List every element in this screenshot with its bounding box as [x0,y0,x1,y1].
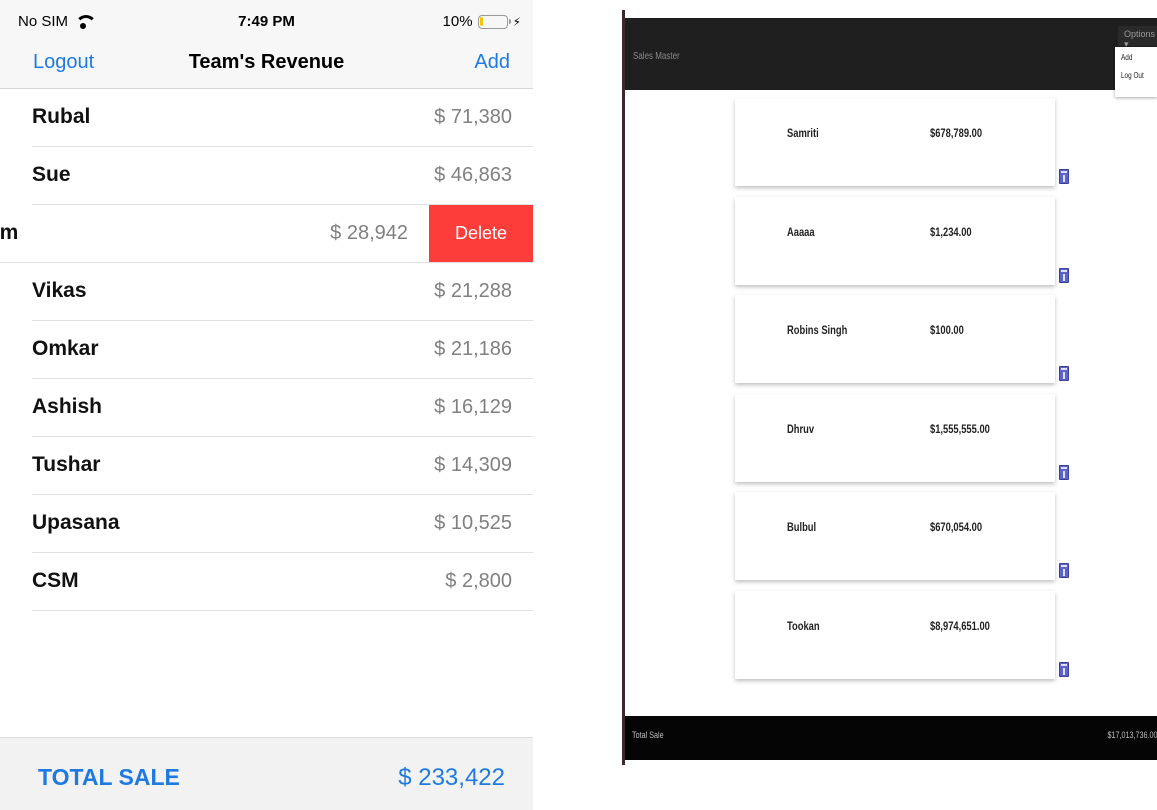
web-app-panel: Sales Master Options ▾ Add Log Out Samri… [622,10,1157,765]
status-bar: No SIM 7:49 PM 10% ⚡ [0,0,533,42]
card-name: Aaaaa [787,224,815,239]
member-name: Tushar [32,453,101,476]
member-amount: $ 21,186 [434,338,512,360]
card-amount: $1,234.00 [930,224,972,239]
sales-card: Aaaaa $1,234.00 [735,196,1069,285]
battery-status: 10% ⚡ [443,13,521,30]
card-amount: $8,974,651.00 [930,618,990,633]
member-amount: $ 71,380 [434,106,512,128]
trash-icon[interactable] [1059,464,1069,480]
delete-button[interactable]: Delete [429,205,533,262]
member-amount: $ 46,863 [434,164,512,186]
member-name: Omkar [32,337,99,360]
sales-card: Dhruv $1,555,555.00 [735,393,1069,482]
sales-card: Robins Singh $100.00 [735,295,1069,383]
member-amount: $ 28,942 [330,222,408,244]
list-item[interactable]: Omkar $ 21,186 [32,321,533,379]
member-name: CSM [32,569,79,592]
list-item[interactable]: Sue $ 46,863 [32,147,533,205]
web-total-value: $17,013,736.00 [1107,730,1157,740]
trash-icon[interactable] [1059,366,1069,381]
member-name: Upasana [32,511,120,534]
navigation-bar: Logout Team's Revenue Add [0,42,533,89]
member-name: am [0,221,19,244]
web-total-footer: Total Sale $17,013,736.00 [625,716,1157,760]
list-item[interactable]: Vikas $ 21,288 [32,263,533,321]
trash-icon[interactable] [1059,563,1069,578]
trash-icon[interactable] [1059,267,1069,283]
member-name: Ashish [32,395,103,418]
member-amount: $ 10,525 [434,512,512,534]
trash-icon[interactable] [1059,169,1069,184]
card-name: Robins Singh [787,323,848,337]
member-amount: $ 21,288 [434,280,512,302]
trash-icon[interactable] [1059,661,1069,677]
card-name: Tookan [787,618,820,633]
total-sale-label: TOTAL SALE [38,764,180,790]
list-item[interactable]: Rubal $ 71,380 [32,89,533,147]
card-amount: $100.00 [930,323,964,337]
card-amount: $678,789.00 [930,126,983,140]
member-amount: $ 14,309 [434,454,512,476]
charging-bolt-icon: ⚡ [512,14,521,29]
list-item[interactable]: Ashish $ 16,129 [32,379,533,437]
battery-icon [477,14,511,29]
add-button[interactable]: Add [474,51,510,74]
list-item[interactable]: CSM $ 2,800 [32,553,533,611]
options-dropdown-button[interactable]: Options ▾ [1118,26,1157,49]
list-item[interactable]: Upasana $ 10,525 [32,495,533,553]
member-name: Sue [32,163,71,186]
ios-app-panel: No SIM 7:49 PM 10% ⚡ Logout Team's Reven… [0,0,533,810]
menu-item-logout[interactable]: Log Out [1121,71,1144,80]
page-title: Team's Revenue [188,51,345,73]
web-header: Sales Master Options ▾ [625,18,1157,90]
sales-card: Tookan $8,974,651.00 [735,590,1069,679]
card-name: Bulbul [787,520,817,534]
sales-card: Bulbul $670,054.00 [735,492,1069,580]
swiped-list-item[interactable]: am $ 28,942 Delete [0,205,533,263]
card-name: Dhruv [787,421,815,436]
total-sale-footer: TOTAL SALE $ 233,422 [0,737,533,810]
total-sale-value: $ 233,422 [398,764,505,791]
revenue-list: Rubal $ 71,380 Sue $ 46,863 am $ 28,942 … [0,89,533,611]
card-name: Samriti [787,126,819,140]
member-amount: $ 16,129 [434,396,512,418]
brand-title: Sales Master [633,51,680,62]
sales-card: Samriti $678,789.00 [735,98,1069,186]
member-name: Rubal [32,105,91,128]
options-menu: Add Log Out [1115,47,1157,97]
menu-item-add[interactable]: Add [1121,53,1132,62]
card-amount: $1,555,555.00 [930,421,990,436]
battery-percent: 10% [442,13,473,30]
sales-card-list: Samriti $678,789.00 Aaaaa $1,234.00 Robi… [735,98,1069,689]
web-total-label: Total Sale [632,730,664,740]
member-name: Vikas [32,279,87,302]
member-amount: $ 2,800 [445,570,512,592]
card-amount: $670,054.00 [930,520,983,534]
list-item[interactable]: Tushar $ 14,309 [32,437,533,495]
